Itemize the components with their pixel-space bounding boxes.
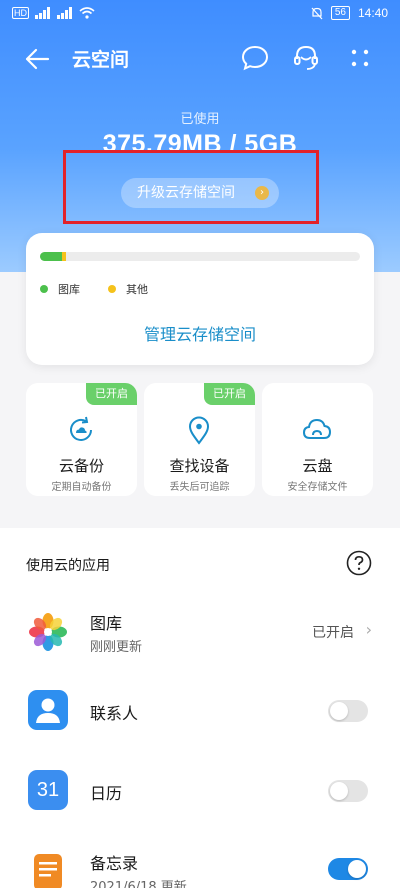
app-status: 已开启: [312, 625, 354, 641]
signal-icon: [57, 7, 72, 19]
mute-bell-icon: [311, 7, 323, 19]
storage-usage-bar: [40, 252, 360, 261]
used-label: 已使用: [180, 112, 220, 127]
toggle-knob: [330, 782, 348, 800]
contacts-sync-toggle[interactable]: [328, 700, 368, 722]
battery-indicator: 56: [330, 6, 350, 20]
customer-service-icon[interactable]: [292, 44, 320, 72]
app-name: 日历: [90, 784, 123, 803]
feature-name: 云备份: [58, 457, 104, 475]
toggle-knob: [348, 860, 366, 878]
app-updated: 刚刚更新: [90, 640, 143, 655]
location-pin-icon: [188, 416, 210, 445]
feature-subtitle: 丢失后可追踪: [169, 482, 230, 493]
app-bar: 云空间: [0, 36, 400, 80]
feature-name: 云盘: [302, 457, 333, 475]
app-name: 联系人: [90, 704, 139, 723]
cloud-drive-icon: [302, 418, 332, 439]
feature-subtitle: 定期自动备份: [51, 482, 112, 493]
message-icon[interactable]: [241, 44, 269, 72]
more-options-icon[interactable]: [346, 44, 374, 72]
status-bar: HD 56 14:40: [0, 0, 400, 28]
legend-other: 其他: [108, 281, 148, 297]
legend-dot: [40, 285, 48, 293]
back-arrow-icon[interactable]: [24, 46, 50, 72]
manage-storage-button[interactable]: 管理云存储空间: [26, 321, 374, 345]
app-name: 备忘录: [90, 854, 139, 873]
calendar-sync-toggle[interactable]: [328, 780, 368, 802]
app-row-calendar: 31 日历: [0, 766, 400, 816]
signal-icon: [35, 7, 50, 19]
app-name: 图库: [90, 614, 123, 633]
toggle-knob: [330, 702, 348, 720]
gallery-flower-icon: [29, 613, 67, 651]
app-row-gallery[interactable]: 图库 刚刚更新 已开启 ›: [0, 602, 400, 664]
contacts-icon: [28, 690, 68, 730]
status-badge: 已开启: [86, 383, 137, 405]
notes-sync-toggle[interactable]: [328, 858, 368, 880]
page-title: 云空间: [72, 49, 130, 71]
hd-indicator: HD: [12, 7, 29, 19]
feature-name: 查找设备: [169, 457, 230, 475]
feature-cloud-drive[interactable]: 云盘 安全存储文件: [262, 383, 373, 496]
notes-icon: [34, 854, 62, 888]
help-icon[interactable]: [346, 550, 372, 576]
calendar-icon: 31: [28, 770, 68, 810]
wifi-icon: [79, 7, 95, 19]
clock: 14:40: [357, 6, 388, 20]
app-updated: 2021/6/18 更新: [90, 880, 187, 888]
storage-card: 图库 其他 管理云存储空间: [26, 233, 374, 365]
feature-find-device[interactable]: 已开启 查找设备 丢失后可追踪: [144, 383, 255, 496]
cloud-backup-icon: [70, 416, 92, 441]
highlight-box: [63, 150, 319, 224]
feature-subtitle: 安全存储文件: [287, 482, 348, 493]
app-row-notes: 备忘录 2021/6/18 更新: [0, 844, 400, 888]
section-title: 使用云的应用: [26, 558, 110, 574]
legend-gallery: 图库: [40, 281, 80, 297]
app-row-contacts: 联系人: [0, 686, 400, 736]
legend-dot: [108, 285, 116, 293]
status-badge: 已开启: [204, 383, 255, 405]
cloud-apps-section: 使用云的应用 图库 刚刚更新 已开启 › 联系人 31 日历 备忘录 2021/…: [0, 528, 400, 888]
chevron-right-icon: ›: [365, 620, 372, 639]
feature-cloud-backup[interactable]: 已开启 云备份 定期自动备份: [26, 383, 137, 496]
other-usage-fill: [62, 252, 66, 261]
gallery-usage-fill: [40, 252, 63, 261]
usage-legend: 图库 其他: [40, 281, 148, 297]
